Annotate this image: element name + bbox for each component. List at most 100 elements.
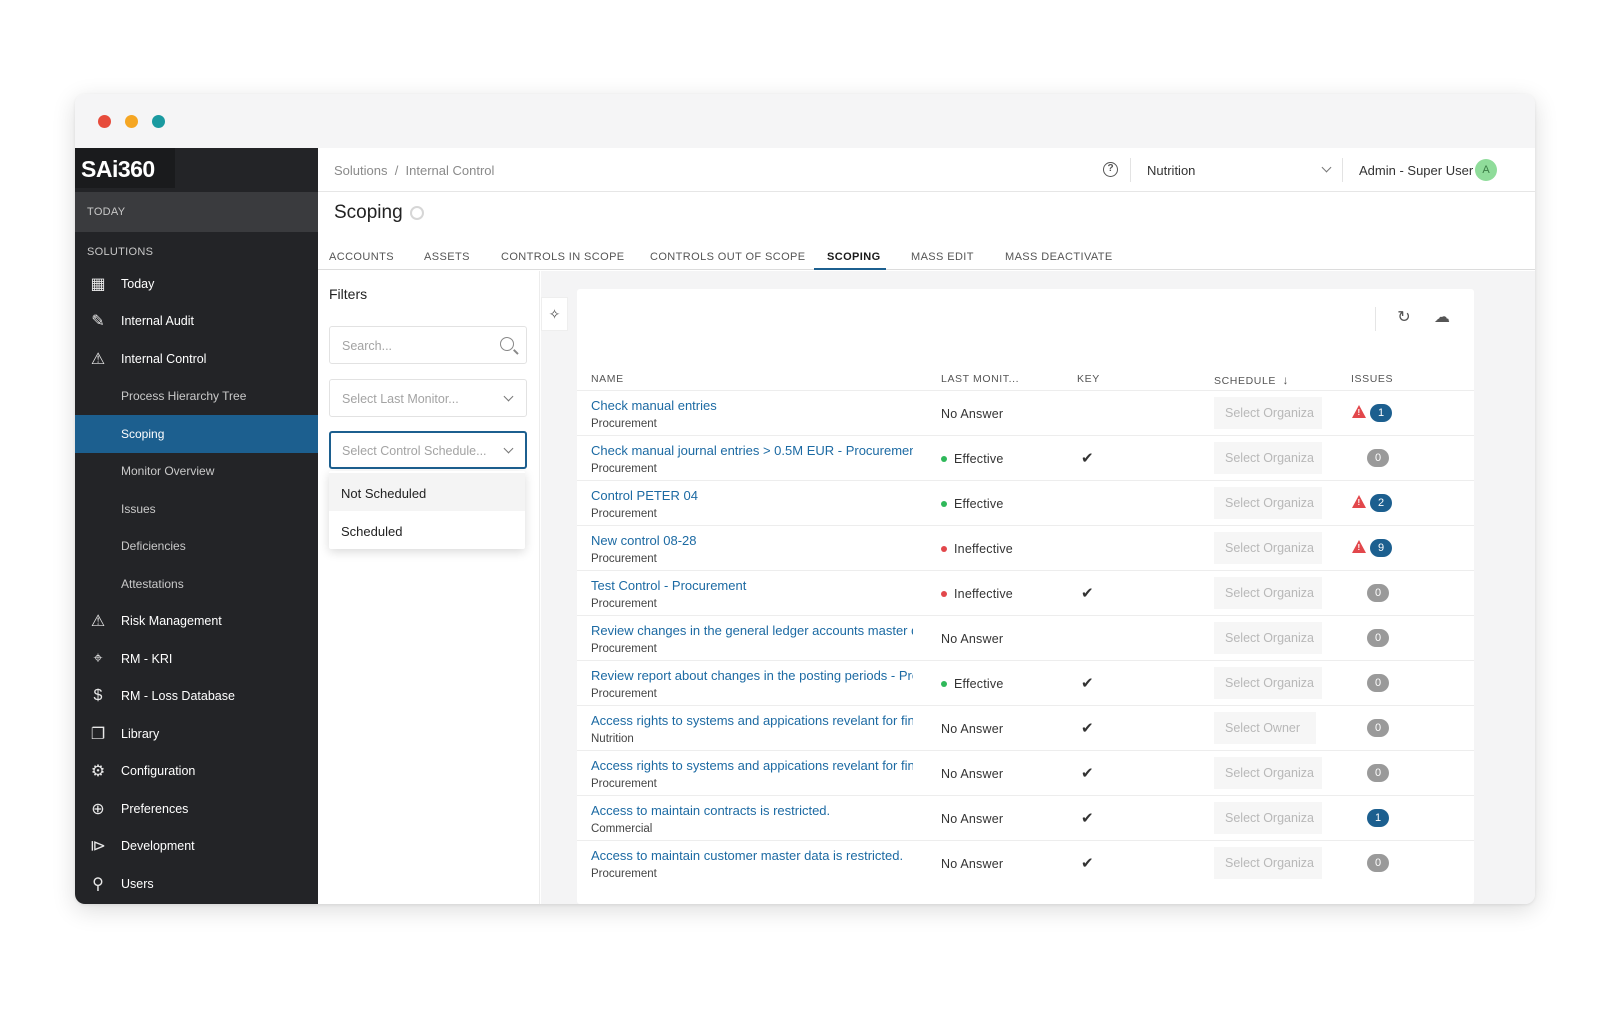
issues-count-badge[interactable]: 0 (1367, 674, 1389, 692)
help-icon[interactable]: ? (1103, 162, 1118, 177)
schedule-select[interactable]: Select Organiza (1214, 667, 1322, 699)
organization-value: Nutrition (1147, 163, 1196, 178)
warning-icon: ! (1352, 540, 1366, 553)
last-monitor-label: No Answer (941, 632, 1004, 646)
tab-mass-edit[interactable]: MASS EDIT (911, 251, 974, 271)
tab-assets[interactable]: ASSETS (424, 251, 470, 271)
sidebar-item-deficiencies[interactable]: Deficiencies (75, 527, 318, 565)
issues-count-badge[interactable]: 0 (1367, 629, 1389, 647)
breadcrumb[interactable]: Solutions / Internal Control (334, 163, 494, 178)
control-name-link[interactable]: Access rights to systems and appications… (591, 713, 913, 728)
table-row[interactable]: Review changes in the general ledger acc… (577, 615, 1474, 660)
sidebar-item-issues[interactable]: Issues (75, 490, 318, 528)
tab-controls-out-of-scope[interactable]: CONTROLS OUT OF SCOPE (650, 251, 806, 271)
control-name-link[interactable]: Review report about changes in the posti… (591, 668, 913, 683)
refresh-icon[interactable]: ↻ (1395, 309, 1413, 327)
table-row[interactable]: Test Control - Procurement Procurement Ine… (577, 570, 1474, 615)
sidebar-item-risk-management[interactable]: ⚠ Risk Management (75, 602, 318, 640)
column-header-schedule[interactable]: SCHEDULE ↓ (1214, 373, 1289, 387)
table-row[interactable]: Check manual entries Procurement No Answer… (577, 390, 1474, 435)
issues-count-badge[interactable]: 0 (1367, 584, 1389, 602)
option-not-scheduled[interactable]: Not Scheduled (329, 473, 525, 511)
maximize-window-button[interactable] (152, 115, 165, 128)
sidebar-item-rm-loss-database[interactable]: $ RM - Loss Database (75, 677, 318, 715)
sidebar-section-today[interactable]: TODAY (75, 192, 318, 232)
control-name-link[interactable]: Access rights to systems and appications… (591, 758, 913, 773)
sidebar-item-rm-kri[interactable]: ⌖ RM - KRI (75, 640, 318, 678)
schedule-select[interactable]: Select Organiza (1214, 757, 1322, 789)
organization-select[interactable]: Nutrition (1147, 162, 1332, 178)
table-row[interactable]: Access to maintain contracts is restrict… (577, 795, 1474, 840)
gear-icon[interactable] (410, 206, 424, 220)
schedule-select[interactable]: Select Organiza (1214, 847, 1322, 879)
minimize-window-button[interactable] (125, 115, 138, 128)
sidebar-item-preferences[interactable]: ⊕ Preferences (75, 790, 318, 828)
column-header-key[interactable]: KEY (1077, 373, 1100, 385)
control-schedule-select[interactable]: Select Control Schedule... (329, 431, 527, 469)
table-row[interactable]: Access rights to systems and appications… (577, 750, 1474, 795)
schedule-select[interactable]: Select Organiza (1214, 442, 1322, 474)
table-row[interactable]: Review report about changes in the posti… (577, 660, 1474, 705)
control-name-link[interactable]: New control 08-28 (591, 533, 913, 548)
issues-count-badge[interactable]: 9 (1370, 539, 1392, 557)
tab-controls-in-scope[interactable]: CONTROLS IN SCOPE (501, 251, 625, 271)
search-icon[interactable] (500, 337, 514, 351)
column-header-last-monitor[interactable]: LAST MONIT... (941, 373, 1019, 385)
close-window-button[interactable] (98, 115, 111, 128)
control-name-link[interactable]: Access to maintain customer master data … (591, 848, 913, 863)
control-name-link[interactable]: Control PETER 04 (591, 488, 913, 503)
logo[interactable]: SAi360 (75, 148, 175, 188)
control-organization: Procurement (591, 868, 657, 880)
sidebar-item-scoping[interactable]: Scoping (75, 415, 318, 453)
sidebar-item-monitor-overview[interactable]: Monitor Overview (75, 452, 318, 490)
control-name-link[interactable]: Access to maintain contracts is restrict… (591, 803, 913, 818)
search-input[interactable]: Search... (329, 326, 527, 364)
schedule-select[interactable]: Select Owner (1214, 712, 1316, 744)
column-header-issues[interactable]: ISSUES (1351, 373, 1393, 385)
table-row[interactable]: Control PETER 04 Procurement Effective Sele… (577, 480, 1474, 525)
schedule-select[interactable]: Select Organiza (1214, 487, 1322, 519)
sort-descending-icon[interactable]: ↓ (1283, 373, 1290, 387)
control-name-link[interactable]: Check manual entries (591, 398, 913, 413)
user-menu[interactable]: Admin - Super User (1359, 163, 1473, 178)
sidebar-item-today[interactable]: ▦ Today (75, 265, 318, 303)
issues-count-badge[interactable]: 0 (1367, 854, 1389, 872)
schedule-select[interactable]: Select Organiza (1214, 622, 1322, 654)
table-row[interactable]: Access rights to systems and appications… (577, 705, 1474, 750)
issues-count-badge[interactable]: 1 (1367, 809, 1389, 827)
option-scheduled[interactable]: Scheduled (329, 511, 525, 549)
issues-count-badge[interactable]: 0 (1367, 764, 1389, 782)
issues-count-badge[interactable]: 0 (1367, 719, 1389, 737)
control-name-link[interactable]: Review changes in the general ledger acc… (591, 623, 913, 638)
tab-accounts[interactable]: ACCOUNTS (329, 251, 394, 271)
column-header-name[interactable]: NAME (591, 373, 624, 385)
schedule-select[interactable]: Select Organiza (1214, 577, 1322, 609)
schedule-select[interactable]: Select Organiza (1214, 802, 1322, 834)
last-monitor-select[interactable]: Select Last Monitor... (329, 379, 527, 417)
schedule-select[interactable]: Select Organiza (1214, 532, 1322, 564)
table-row[interactable]: Check manual journal entries > 0.5M EUR … (577, 435, 1474, 480)
avatar[interactable]: A (1475, 159, 1497, 181)
issues-count-badge[interactable]: 1 (1370, 404, 1392, 422)
issues-count-badge[interactable]: 2 (1370, 494, 1392, 512)
control-organization: Commercial (591, 823, 653, 835)
schedule-select[interactable]: Select Organiza (1214, 397, 1322, 429)
sidebar-item-internal-control[interactable]: ⚠ Internal Control (75, 340, 318, 378)
control-name-link[interactable]: Test Control - Procurement (591, 578, 913, 593)
sidebar-item-users[interactable]: ⚲ Users (75, 865, 318, 903)
cloud-download-icon[interactable]: ☁ (1433, 309, 1451, 327)
sidebar-item-configuration[interactable]: ⚙ Configuration (75, 752, 318, 790)
sidebar-item-attestations[interactable]: Attestations (75, 565, 318, 603)
table-row[interactable]: Access to maintain customer master data … (577, 840, 1474, 885)
collapse-filters-button[interactable]: ✧ (541, 297, 568, 331)
control-schedule-dropdown: Not Scheduled Scheduled (329, 471, 525, 549)
sidebar-item-development[interactable]: ⧐ Development (75, 827, 318, 865)
control-name-link[interactable]: Check manual journal entries > 0.5M EUR … (591, 443, 913, 458)
issues-count-badge[interactable]: 0 (1367, 449, 1389, 467)
sidebar-item-library[interactable]: ❐ Library (75, 715, 318, 753)
table-row[interactable]: New control 08-28 Procurement Ineffective S… (577, 525, 1474, 570)
sidebar-item-process-hierarchy-tree[interactable]: Process Hierarchy Tree (75, 377, 318, 415)
tab-mass-deactivate[interactable]: MASS DEACTIVATE (1005, 251, 1113, 271)
divider (1342, 158, 1343, 182)
sidebar-item-internal-audit[interactable]: ✎ Internal Audit (75, 302, 318, 340)
